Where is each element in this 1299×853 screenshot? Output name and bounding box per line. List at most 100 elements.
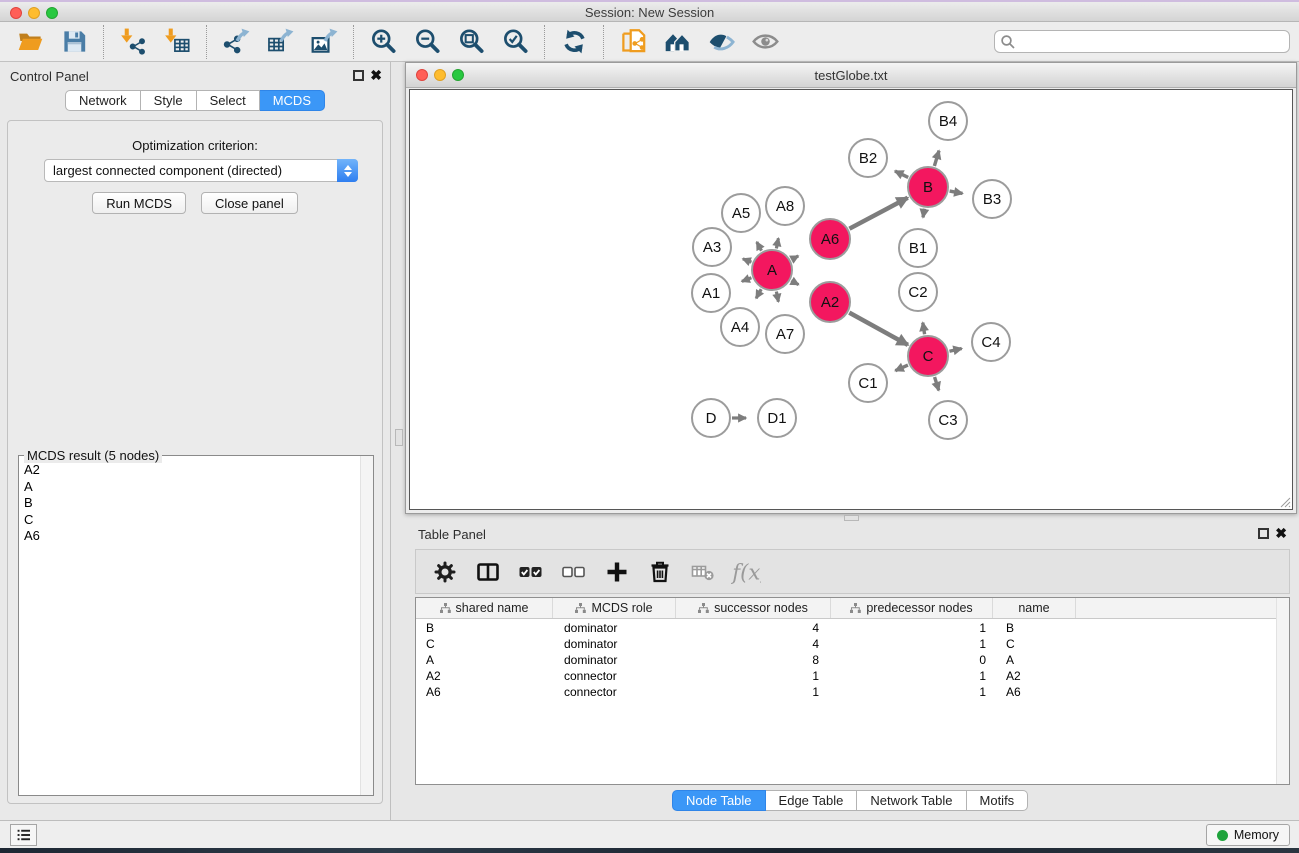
result-item[interactable]: C [24, 512, 355, 529]
table-cell[interactable]: A2 [416, 669, 553, 683]
table-cell[interactable]: 8 [676, 653, 831, 667]
column-header-predecessor-nodes[interactable]: predecessor nodes [831, 598, 993, 618]
edge-C-C2[interactable] [923, 323, 925, 335]
task-history-button[interactable] [10, 824, 37, 846]
edge-A-A5[interactable] [757, 242, 762, 251]
edge-B-B4[interactable] [934, 151, 939, 166]
table-cell[interactable]: dominator [553, 621, 676, 635]
node-D1[interactable]: D1 [758, 399, 796, 437]
table-cell[interactable]: 1 [831, 685, 993, 699]
table-row[interactable]: Bdominator41B [416, 620, 1276, 636]
edge-A-A1[interactable] [742, 278, 752, 282]
node-A3[interactable]: A3 [693, 228, 731, 266]
table-cell[interactable]: dominator [553, 653, 676, 667]
table-close-panel-icon[interactable]: ✖ [1275, 526, 1287, 540]
float-panel-icon[interactable] [353, 70, 364, 81]
table-settings-button[interactable] [430, 557, 460, 587]
hide-graphics-details-button[interactable] [699, 25, 743, 59]
edge-C-C1[interactable] [895, 365, 908, 371]
edge-A2-C[interactable] [849, 313, 908, 345]
network-canvas[interactable]: B4B2BB3A8A5A6A3B1AC2A1A2A4A7C4CC1C3DD1 [409, 89, 1293, 510]
table-row[interactable]: Adominator80A [416, 652, 1276, 668]
column-header-successor-nodes[interactable]: successor nodes [676, 598, 831, 618]
node-A4[interactable]: A4 [721, 308, 759, 346]
table-row[interactable]: A6connector11A6 [416, 684, 1276, 700]
edge-A-A7[interactable] [776, 292, 778, 302]
node-A1[interactable]: A1 [692, 274, 730, 312]
node-D[interactable]: D [692, 399, 730, 437]
tab-mcds[interactable]: MCDS [260, 90, 325, 111]
table-row[interactable]: Cdominator41C [416, 636, 1276, 652]
node-B[interactable]: B [908, 167, 948, 207]
node-C4[interactable]: C4 [972, 323, 1010, 361]
node-A8[interactable]: A8 [766, 187, 804, 225]
table-cell[interactable]: 1 [676, 685, 831, 699]
zoom-selected-button[interactable] [493, 25, 537, 59]
table-cell[interactable]: A [993, 653, 1076, 667]
vertical-splitter-handle[interactable] [395, 429, 403, 446]
edge-A-A4[interactable] [756, 289, 761, 298]
node-B3[interactable]: B3 [973, 180, 1011, 218]
toggle-panel-layout-button[interactable] [473, 557, 503, 587]
zoom-in-button[interactable] [361, 25, 405, 59]
table-cell[interactable]: A6 [993, 685, 1076, 699]
result-item[interactable]: A6 [24, 528, 355, 545]
tab-network[interactable]: Network [65, 90, 141, 111]
edge-C-C4[interactable] [949, 349, 961, 352]
table-cell[interactable]: C [416, 637, 553, 651]
edge-A-A2[interactable] [791, 281, 798, 285]
table-cell[interactable]: B [993, 621, 1076, 635]
table-cell[interactable]: dominator [553, 637, 676, 651]
close-panel-button[interactable]: Close panel [201, 192, 298, 214]
edge-A-A8[interactable] [776, 238, 778, 248]
result-item[interactable]: B [24, 495, 355, 512]
new-network-from-selection-button[interactable] [611, 25, 655, 59]
tab-motifs[interactable]: Motifs [967, 790, 1029, 811]
resize-grip-icon[interactable] [1277, 494, 1291, 508]
node-C2[interactable]: C2 [899, 273, 937, 311]
refresh-button[interactable] [552, 25, 596, 59]
table-scrollbar[interactable] [1276, 598, 1289, 784]
open-session-button[interactable] [8, 25, 52, 59]
edge-B-B3[interactable] [950, 191, 963, 193]
table-cell[interactable]: A6 [416, 685, 553, 699]
column-header-mcds-role[interactable]: MCDS role [553, 598, 676, 618]
table-cell[interactable]: A2 [993, 669, 1076, 683]
column-header-name[interactable]: name [993, 598, 1076, 618]
column-header-shared-name[interactable]: shared name [416, 598, 553, 618]
tab-select[interactable]: Select [197, 90, 260, 111]
zoom-fit-button[interactable] [449, 25, 493, 59]
edge-A-A6[interactable] [791, 256, 798, 260]
edge-A6-B[interactable] [849, 198, 907, 229]
show-graphics-details-button[interactable] [743, 25, 787, 59]
result-item[interactable]: A2 [24, 462, 355, 479]
node-A6[interactable]: A6 [810, 219, 850, 259]
node-A[interactable]: A [752, 250, 792, 290]
network-graph[interactable]: B4B2BB3A8A5A6A3B1AC2A1A2A4A7C4CC1C3DD1 [410, 90, 1294, 511]
network-window-titlebar[interactable]: testGlobe.txt [406, 63, 1296, 88]
result-scrollbar[interactable] [360, 456, 373, 795]
export-table-button[interactable] [258, 25, 302, 59]
tab-network-table[interactable]: Network Table [857, 790, 966, 811]
table-cell[interactable]: 4 [676, 621, 831, 635]
table-cell[interactable]: 1 [831, 669, 993, 683]
optimization-criterion-dropdown[interactable]: largest connected component (directed) [44, 159, 358, 182]
memory-button[interactable]: Memory [1206, 824, 1290, 846]
delete-columns-button[interactable] [645, 557, 675, 587]
tab-node-table[interactable]: Node Table [672, 790, 766, 811]
table-row[interactable]: A2connector11A2 [416, 668, 1276, 684]
search-input[interactable] [994, 30, 1290, 53]
show-all-columns-button[interactable] [516, 557, 546, 587]
import-table-button[interactable] [155, 25, 199, 59]
node-A2[interactable]: A2 [810, 282, 850, 322]
table-cell[interactable]: connector [553, 669, 676, 683]
run-mcds-button[interactable]: Run MCDS [92, 192, 186, 214]
table-cell[interactable]: A [416, 653, 553, 667]
export-network-button[interactable] [214, 25, 258, 59]
create-column-button[interactable] [602, 557, 632, 587]
tab-style[interactable]: Style [141, 90, 197, 111]
edge-A-A3[interactable] [743, 259, 752, 262]
table-float-panel-icon[interactable] [1258, 528, 1269, 539]
table-cell[interactable]: B [416, 621, 553, 635]
table-cell[interactable]: 1 [676, 669, 831, 683]
